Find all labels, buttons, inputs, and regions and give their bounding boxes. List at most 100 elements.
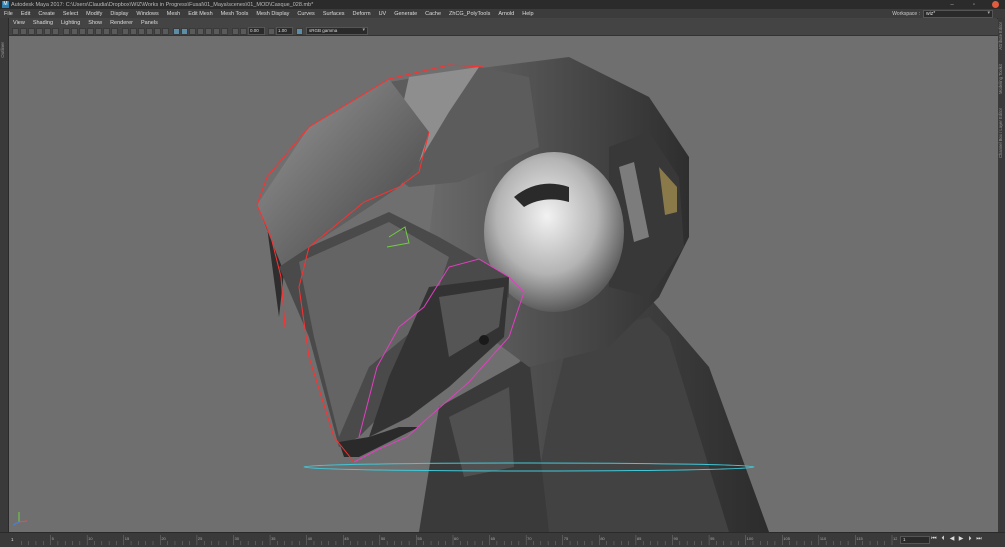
field-chart-icon[interactable] — [95, 27, 102, 35]
panel-toolbar: 0.00 1.00 sRGB gamma — [9, 27, 998, 36]
select-camera-icon[interactable] — [12, 27, 19, 35]
timeline-tick-label: 120 — [893, 536, 897, 541]
timeline-tick-label: 80 — [600, 536, 605, 541]
grease-pencil-icon[interactable] — [52, 27, 59, 35]
menu-arnold[interactable]: Arnold — [494, 11, 518, 17]
menu-select[interactable]: Select — [59, 11, 82, 17]
panel-menu-lighting[interactable]: Lighting — [57, 20, 84, 26]
step-back-icon[interactable]: ⏴ — [940, 535, 946, 543]
menu-surfaces[interactable]: Surfaces — [319, 11, 349, 17]
safe-title-icon[interactable] — [111, 27, 118, 35]
panel-menu-panels[interactable]: Panels — [137, 20, 162, 26]
viewport-panel[interactable]: View Shading Lighting Show Renderer Pane… — [9, 19, 998, 532]
timeline-tick-label: 10 — [88, 536, 93, 541]
panel-menu-shading[interactable]: Shading — [29, 20, 57, 26]
gate-mask-icon[interactable] — [87, 27, 94, 35]
menu-cache[interactable]: Cache — [421, 11, 445, 17]
menu-display[interactable]: Display — [106, 11, 132, 17]
menu-mesh[interactable]: Mesh — [163, 11, 184, 17]
timeline-tick-label: 90 — [674, 536, 679, 541]
film-gate-icon[interactable] — [71, 27, 78, 35]
time-slider[interactable]: 1 5 10 15 20 25 30 35 40 45 50 55 60 65 70 75 80 85 90 95 1… — [0, 532, 1005, 547]
ambient-occlusion-icon[interactable] — [197, 27, 204, 35]
panel-menu-view[interactable]: View — [9, 20, 29, 26]
timeline-tick-label: 100 — [747, 536, 754, 541]
color-space-dropdown[interactable]: sRGB gamma — [306, 27, 368, 35]
depth-of-field-icon[interactable] — [221, 27, 228, 35]
close-icon[interactable] — [992, 1, 999, 8]
axis-gizmo-icon — [12, 512, 28, 526]
modeling-toolkit-tab[interactable]: Modeling Toolkit — [998, 64, 1005, 94]
right-tab-strip: Attribute Editor Modeling Toolkit Channe… — [997, 18, 1005, 536]
window-title: Autodesk Maya 2017: C:\Users\Claudia\Dro… — [11, 1, 314, 8]
attribute-editor-tab[interactable]: Attribute Editor — [998, 22, 1005, 50]
play-forward-icon[interactable]: ▶ — [958, 535, 964, 543]
menu-mesh-display[interactable]: Mesh Display — [252, 11, 293, 17]
go-to-start-icon[interactable]: ⏮ — [931, 535, 937, 543]
menu-create[interactable]: Create — [34, 11, 59, 17]
menu-mesh-tools[interactable]: Mesh Tools — [217, 11, 253, 17]
grid-icon[interactable] — [63, 27, 70, 35]
menu-uv[interactable]: UV — [375, 11, 391, 17]
smooth-shade-icon[interactable] — [130, 27, 137, 35]
main-menu-bar: File Edit Create Select Modify Display W… — [0, 9, 1005, 18]
scene-canvas[interactable] — [9, 37, 998, 532]
exposure-icon[interactable] — [240, 27, 247, 35]
textured-icon[interactable] — [146, 27, 153, 35]
safe-action-icon[interactable] — [103, 27, 110, 35]
color-management-icon[interactable] — [296, 27, 303, 35]
menu-generate[interactable]: Generate — [390, 11, 421, 17]
maximize-icon[interactable]: ▫ — [970, 1, 978, 8]
menu-edit-mesh[interactable]: Edit Mesh — [184, 11, 216, 17]
timeline-tick-label: 70 — [527, 536, 532, 541]
maya-app-icon: M — [2, 1, 9, 8]
timeline-tick-label: 50 — [381, 536, 386, 541]
play-backward-icon[interactable]: ◀ — [949, 535, 955, 543]
gamma-icon[interactable] — [268, 27, 275, 35]
workspace-dropdown[interactable]: wiz* — [923, 10, 993, 18]
outliner-tab[interactable]: Outliner — [0, 42, 8, 58]
default-material-icon[interactable] — [138, 27, 145, 35]
panel-menu-renderer[interactable]: Renderer — [106, 20, 137, 26]
shadows-icon[interactable] — [162, 27, 169, 35]
workspace-label: Workspace : — [892, 11, 920, 17]
gamma-field[interactable]: 1.00 — [276, 27, 293, 35]
left-tab-strip: Outliner — [0, 18, 9, 536]
antialiasing-icon[interactable] — [213, 27, 220, 35]
timeline-tick-label: 65 — [491, 536, 496, 541]
menu-help[interactable]: Help — [518, 11, 537, 17]
channel-box-tab[interactable]: Channel Box / Layer Editor — [998, 108, 1005, 158]
motion-blur-icon[interactable] — [205, 27, 212, 35]
current-frame-field[interactable]: 1 — [900, 536, 930, 544]
panel-menu-show[interactable]: Show — [84, 20, 106, 26]
timeline-tick-label: 60 — [454, 536, 459, 541]
menu-edit[interactable]: Edit — [17, 11, 34, 17]
resolution-gate-icon[interactable] — [79, 27, 86, 35]
helmet-model[interactable] — [257, 57, 769, 532]
menu-windows[interactable]: Windows — [132, 11, 162, 17]
isolate-select-icon[interactable] — [232, 27, 239, 35]
camera-attributes-icon[interactable] — [20, 27, 27, 35]
timeline-tick-label: 45 — [344, 536, 349, 541]
go-to-end-icon[interactable]: ⏭ — [976, 535, 982, 543]
wireframe-on-shaded-icon[interactable] — [173, 27, 180, 35]
menu-file[interactable]: File — [0, 11, 17, 17]
minimize-icon[interactable]: – — [948, 1, 956, 8]
bookmark-icon[interactable] — [28, 27, 35, 35]
exposure-field[interactable]: 0.00 — [248, 27, 265, 35]
menu-modify[interactable]: Modify — [82, 11, 106, 17]
panel-menu-bar: View Shading Lighting Show Renderer Pane… — [9, 19, 998, 27]
menu-curves[interactable]: Curves — [293, 11, 318, 17]
menu-zhcg-polytools[interactable]: ZhCG_PolyTools — [445, 11, 494, 17]
playback-controls: ⏮ ⏴ ◀ ▶ ⏵ ⏭ — [931, 535, 982, 543]
timeline-ruler[interactable]: 5 10 15 20 25 30 35 40 45 50 55 60 65 70 75 80 85 90 95 100… — [9, 535, 897, 545]
lights-icon[interactable] — [154, 27, 161, 35]
image-plane-icon[interactable] — [36, 27, 43, 35]
step-forward-icon[interactable]: ⏵ — [967, 535, 973, 543]
pan-zoom-icon[interactable] — [44, 27, 51, 35]
menu-deform[interactable]: Deform — [349, 11, 375, 17]
wireframe-icon[interactable] — [122, 27, 129, 35]
xray-joints-icon[interactable] — [189, 27, 196, 35]
timeline-tick-label: 105 — [783, 536, 790, 541]
xray-icon[interactable] — [181, 27, 188, 35]
